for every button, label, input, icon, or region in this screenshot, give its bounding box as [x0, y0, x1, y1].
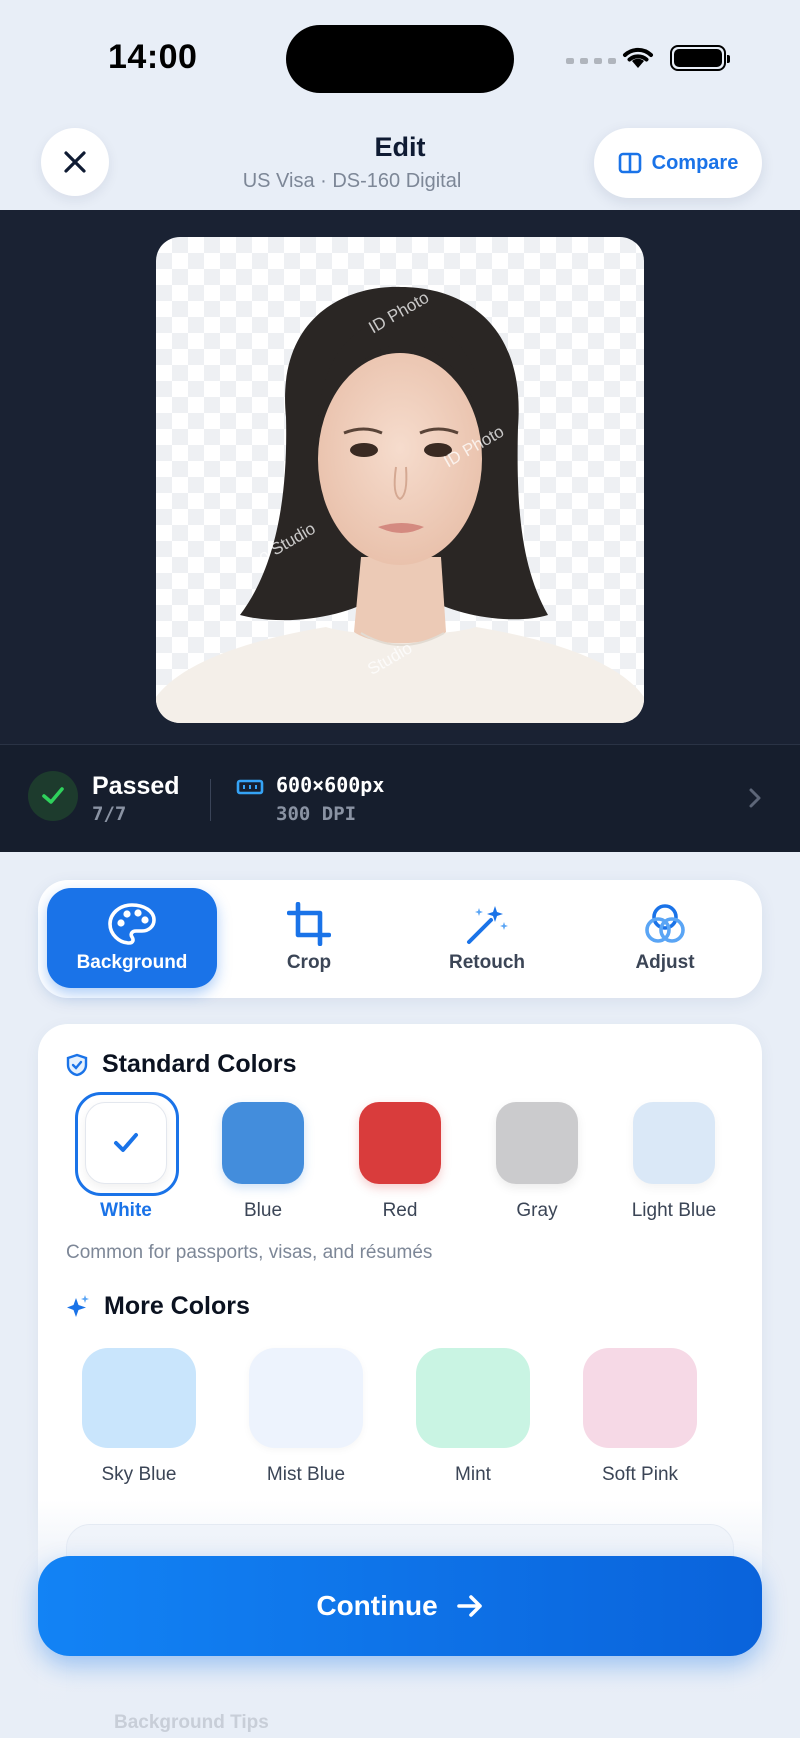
- shield-check-icon: [66, 1053, 88, 1076]
- continue-button[interactable]: Continue: [38, 1556, 762, 1656]
- swatch-label: Mint: [455, 1464, 491, 1485]
- check-icon: [28, 771, 78, 821]
- standard-colors-header: Standard Colors: [66, 1050, 296, 1079]
- section-title: Standard Colors: [102, 1050, 297, 1078]
- tab-label: Adjust: [635, 952, 695, 973]
- photo-canvas: ID Photo ID Photo o Studio Studio: [0, 210, 800, 744]
- photo-dimensions: 600×600px: [276, 773, 385, 797]
- tab-label: Background: [76, 952, 188, 973]
- swatch-mist-blue[interactable]: Mist Blue: [231, 1348, 381, 1486]
- more-colors-header: More Colors: [66, 1292, 250, 1321]
- swatch-label: Soft Pink: [601, 1464, 679, 1485]
- arrow-right-icon: [456, 1595, 482, 1617]
- tab-crop[interactable]: Crop: [224, 888, 394, 988]
- chevron-right-icon: [749, 788, 761, 808]
- magic-wand-icon: [467, 906, 508, 944]
- tab-label: Crop: [286, 952, 332, 973]
- ruler-icon: [236, 779, 264, 795]
- divider: [210, 779, 211, 821]
- section-title: More Colors: [104, 1292, 250, 1320]
- continue-label: Continue: [316, 1590, 438, 1621]
- swatch-blue[interactable]: Blue: [198, 1102, 328, 1222]
- palette-icon: [108, 903, 156, 945]
- signal-icon: [566, 58, 616, 64]
- swatch-label: Sky Blue: [101, 1464, 177, 1485]
- swatch-label: Mist Blue: [266, 1464, 346, 1485]
- wifi-icon: [623, 47, 653, 68]
- compare-button[interactable]: Compare: [594, 128, 762, 198]
- sparkle-icon: [67, 1294, 89, 1317]
- tab-adjust[interactable]: Adjust: [580, 888, 750, 988]
- status-time: 14:00: [108, 38, 198, 76]
- validation-bar[interactable]: Passed 7/7 600×600px 300 DPI: [0, 744, 800, 852]
- id-photo-preview[interactable]: ID Photo ID Photo o Studio Studio: [156, 237, 644, 723]
- photo-dpi: 300 DPI: [276, 803, 357, 825]
- swatch-sky-blue[interactable]: Sky Blue: [64, 1348, 214, 1486]
- swatch-label: White: [100, 1200, 152, 1221]
- tab-retouch[interactable]: Retouch: [402, 888, 572, 988]
- tool-tabs: Background Crop Retouch Adjust: [38, 880, 762, 998]
- swatch-label: Gray: [516, 1200, 558, 1221]
- swatch-label: Red: [382, 1200, 418, 1221]
- top-bar: Edit US Visa · DS-160 Digital Compare: [0, 116, 800, 210]
- tab-label: Retouch: [449, 952, 525, 973]
- validation-status: Passed: [92, 772, 180, 800]
- adjust-circles-icon: [645, 904, 685, 943]
- compare-icon: [618, 152, 641, 174]
- swatch-soft-pink[interactable]: Soft Pink: [565, 1348, 715, 1486]
- swatch-label: Light Blue: [631, 1200, 717, 1221]
- dynamic-island: [286, 25, 514, 93]
- compare-label: Compare: [651, 151, 739, 174]
- validation-count: 7/7: [92, 803, 127, 825]
- swatch-red[interactable]: Red: [335, 1102, 465, 1222]
- swatch-gray[interactable]: Gray: [472, 1102, 602, 1222]
- swatch-white[interactable]: White: [61, 1092, 191, 1222]
- standard-colors-hint: Common for passports, visas, and résumés: [66, 1242, 433, 1263]
- swatch-label: Blue: [243, 1200, 283, 1221]
- selection-ring: [75, 1092, 179, 1196]
- swatch-light-blue[interactable]: Light Blue: [609, 1102, 739, 1222]
- battery-icon: [670, 45, 730, 71]
- crop-icon: [287, 902, 331, 946]
- swatch-mint[interactable]: Mint: [398, 1348, 548, 1486]
- background-tips-title: Background Tips: [114, 1712, 269, 1733]
- tab-background[interactable]: Background: [47, 888, 217, 988]
- status-bar: 14:00: [0, 0, 800, 116]
